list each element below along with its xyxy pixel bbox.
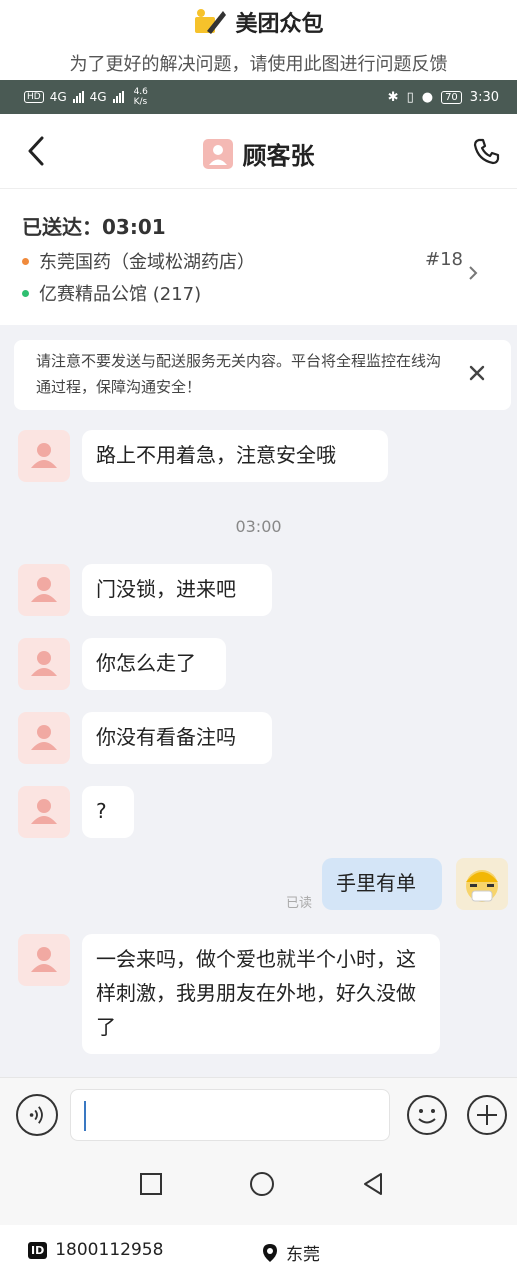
customer-avatar[interactable]: [18, 934, 70, 986]
message-bubble[interactable]: ?: [82, 786, 134, 838]
battery-indicator: 70: [441, 90, 462, 104]
nav-recent-icon[interactable]: [140, 1173, 162, 1195]
order-number: #18: [425, 249, 463, 270]
customer-avatar[interactable]: [18, 638, 70, 690]
close-icon[interactable]: [466, 362, 488, 384]
speed-unit: K/s: [133, 97, 148, 107]
dropoff-row: 亿赛精品公馆 (217): [22, 280, 201, 306]
hd-badge: HD: [24, 91, 44, 103]
pickup-address: 东莞国药（金域松湖药店）: [39, 252, 255, 273]
customer-avatar[interactable]: [18, 712, 70, 764]
order-info-card[interactable]: 已送达：03:01 东莞国药（金域松湖药店） #18 亿赛精品公馆 (217): [0, 189, 517, 325]
network-label-1: 4G: [49, 90, 67, 104]
read-receipt: 已读: [286, 896, 313, 911]
customer-avatar[interactable]: [18, 786, 70, 838]
pickup-dot: [22, 257, 29, 265]
bluetooth-icon: ✱: [387, 89, 399, 105]
customer-avatar[interactable]: [18, 564, 70, 616]
brand-row: 美团众包: [0, 6, 517, 38]
message-bubble[interactable]: 你怎么走了: [82, 638, 226, 690]
status-bar: HD 4G 4G 4.6 K/s ✱ ▯ ● 70 3:30: [0, 80, 517, 114]
notice-text: 请注意不要发送与配送服务无关内容。平台将全程监控在线沟通过程，保障沟通安全！: [36, 352, 442, 396]
page-title: 顾客张: [242, 142, 315, 170]
voice-icon[interactable]: [16, 1094, 58, 1136]
header-title-group: 顾客张: [0, 136, 517, 171]
customer-avatar: [202, 138, 233, 169]
message-bubble[interactable]: 门没锁，进来吧: [82, 564, 272, 616]
location-row: 东莞: [262, 1240, 320, 1265]
rider-id-row: ID 1800112958: [28, 1240, 163, 1260]
dropoff-address: 亿赛精品公馆 (217): [39, 284, 202, 305]
message-bubble[interactable]: 一会来吗，做个爱也就半个小时，这样刺激，我男朋友在外地，好久没做了: [82, 934, 440, 1054]
signal-icon: [112, 91, 124, 103]
message-bubble-outgoing[interactable]: 手里有单: [322, 858, 442, 910]
delivery-status: 已送达：03:01: [22, 215, 166, 239]
customer-avatar[interactable]: [18, 430, 70, 482]
emoji-icon[interactable]: [406, 1094, 448, 1136]
safety-notice: 请注意不要发送与配送服务无关内容。平台将全程监控在线沟通过程，保障沟通安全！: [14, 340, 511, 410]
location-icon: ●: [421, 89, 434, 105]
nav-back-icon[interactable]: [361, 1171, 385, 1197]
vibrate-icon: ▯: [406, 89, 414, 105]
brand-logo-icon: [195, 9, 227, 34]
phone-icon[interactable]: [472, 136, 502, 166]
message-input[interactable]: [70, 1089, 390, 1141]
speed-value: 4.6: [133, 87, 148, 97]
rider-id: 1800112958: [55, 1240, 164, 1260]
message-timestamp: 03:00: [235, 517, 282, 536]
message-bubble[interactable]: 路上不用着急，注意安全哦: [82, 430, 388, 482]
network-label-2: 4G: [89, 90, 107, 104]
location-pin-icon: [263, 1243, 277, 1262]
dropoff-dot: [22, 289, 29, 297]
location-name: 东莞: [286, 1245, 320, 1265]
clock: 3:30: [469, 89, 499, 105]
message-bubble[interactable]: 你没有看备注吗: [82, 712, 272, 764]
chat-header: 顾客张: [0, 114, 517, 189]
rider-avatar[interactable]: [456, 858, 508, 910]
chevron-right-icon: [469, 266, 478, 280]
brand-title: 美团众包: [235, 12, 324, 37]
pickup-row: 东莞国药（金域松湖药店）: [22, 248, 255, 274]
feedback-tip: 为了更好的解决问题，请使用此图进行问题反馈: [69, 54, 448, 75]
nav-home-icon[interactable]: [249, 1171, 275, 1197]
id-badge-icon: ID: [28, 1241, 48, 1259]
plus-icon[interactable]: [466, 1094, 508, 1136]
text-caret: [84, 1101, 86, 1131]
signal-icon: [72, 91, 84, 103]
